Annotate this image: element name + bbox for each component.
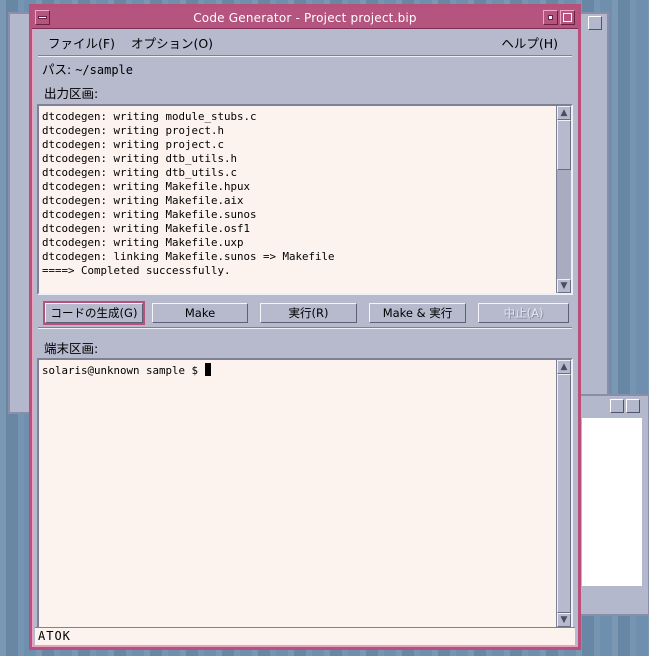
scroll-thumb[interactable]	[557, 120, 571, 170]
abort-button[interactable]: 中止(A)	[478, 303, 569, 323]
maximize-icon	[563, 13, 572, 22]
minimize-button[interactable]	[543, 10, 558, 25]
output-pane-label: 出力区画:	[44, 86, 99, 101]
terminal-pane[interactable]: solaris@unknown sample $ ▲ ▼	[37, 358, 573, 629]
path-value: ~/sample	[75, 63, 133, 77]
output-scrollbar[interactable]: ▲ ▼	[556, 106, 571, 293]
terminal-pane-label: 端末区画:	[44, 341, 99, 356]
terminal-text: solaris@unknown sample $	[42, 363, 555, 378]
output-pane[interactable]: dtcodegen: writing module_stubs.c dtcodeg…	[37, 104, 573, 295]
output-line: dtcodegen: writing dtb_utils.h	[42, 152, 238, 165]
output-text: dtcodegen: writing module_stubs.c dtcodeg…	[42, 110, 555, 278]
maximize-button[interactable]	[560, 10, 575, 25]
output-line: dtcodegen: writing Makefile.aix	[42, 194, 244, 207]
menu-file[interactable]: ファイル(F)	[42, 31, 121, 54]
scroll-up-arrow-icon[interactable]: ▲	[557, 106, 571, 120]
window-menu-icon	[38, 16, 47, 19]
generate-code-button[interactable]: コードの生成(G)	[43, 301, 145, 325]
run-button[interactable]: 実行(R)	[260, 303, 357, 323]
terminal-prompt: solaris@unknown sample $	[42, 364, 205, 377]
output-line: dtcodegen: linking Makefile.sunos => Mak…	[42, 250, 335, 263]
background-window-button[interactable]	[626, 399, 640, 413]
background-window-button[interactable]	[610, 399, 624, 413]
make-and-run-button[interactable]: Make & 実行	[369, 303, 466, 323]
output-line: dtcodegen: writing dtb_utils.c	[42, 166, 238, 179]
output-line: dtcodegen: writing Makefile.uxp	[42, 236, 244, 249]
scroll-down-arrow-icon[interactable]: ▼	[557, 279, 571, 293]
window-title: Code Generator - Project project.bip	[193, 10, 417, 25]
terminal-cursor	[204, 363, 211, 376]
input-method-status: ATOK	[35, 627, 575, 645]
menu-options[interactable]: オプション(O)	[125, 31, 219, 54]
output-line: dtcodegen: writing Makefile.sunos	[42, 208, 257, 221]
path-row: パス: ~/sample	[42, 59, 133, 78]
menu-bar: ファイル(F) オプション(O) ヘルプ(H)	[32, 29, 578, 55]
button-separator	[38, 327, 572, 329]
menu-help[interactable]: ヘルプ(H)	[495, 31, 564, 54]
make-button[interactable]: Make	[152, 303, 248, 323]
output-line: dtcodegen: writing Makefile.osf1	[42, 222, 251, 235]
menu-separator	[38, 55, 572, 57]
output-line: dtcodegen: writing Makefile.hpux	[42, 180, 251, 193]
minimize-icon	[548, 15, 553, 20]
background-window-content	[582, 418, 642, 586]
path-label: パス:	[42, 62, 72, 77]
output-line: dtcodegen: writing project.h	[42, 124, 225, 137]
output-line: dtcodegen: writing module_stubs.c	[42, 110, 257, 123]
output-line: dtcodegen: writing project.c	[42, 138, 225, 151]
window-menu-button[interactable]	[35, 10, 50, 25]
output-line: ====> Completed successfully.	[42, 264, 231, 277]
scroll-thumb[interactable]	[557, 374, 571, 613]
code-generator-window: Code Generator - Project project.bip ファイ…	[29, 4, 581, 650]
background-window-button[interactable]	[588, 16, 602, 30]
title-bar[interactable]: Code Generator - Project project.bip	[32, 7, 578, 29]
scroll-up-arrow-icon[interactable]: ▲	[557, 360, 571, 374]
background-window-lower	[578, 394, 649, 616]
terminal-scrollbar[interactable]: ▲ ▼	[556, 360, 571, 627]
scroll-down-arrow-icon[interactable]: ▼	[557, 613, 571, 627]
